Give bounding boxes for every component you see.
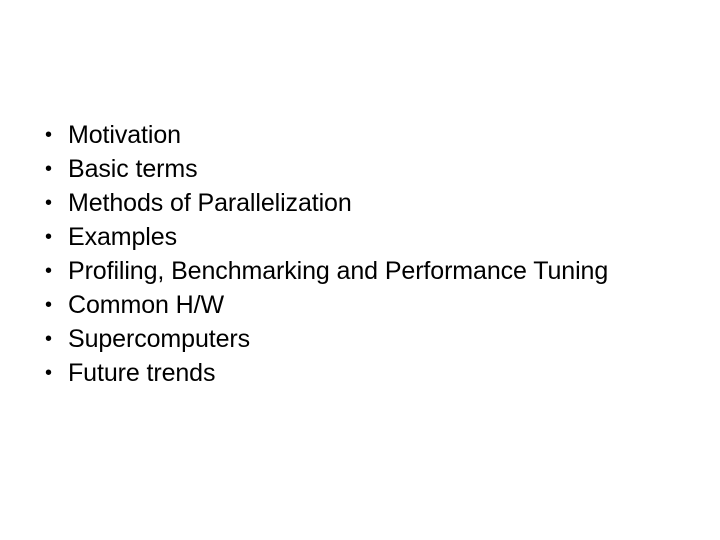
bullet-dot-icon: • [45,294,53,316]
list-item[interactable]: • Methods of Parallelization [36,186,696,220]
list-item-label: Common H/W [68,291,224,319]
bullet-dot-icon: • [45,158,53,180]
bullet-dot-icon: • [45,260,53,282]
list-item[interactable]: • Motivation [36,118,696,152]
slide-canvas: • Motivation • Basic terms • Methods of … [0,0,720,540]
bullet-dot-icon: • [45,226,53,248]
bullet-dot-icon: • [45,192,53,214]
list-item[interactable]: • Supercomputers [36,322,696,356]
slide-content-placeholder: • Motivation • Basic terms • Methods of … [36,118,696,390]
bullet-dot-icon: • [45,362,53,384]
agenda-bullet-list: • Motivation • Basic terms • Methods of … [36,118,696,390]
list-item[interactable]: • Profiling, Benchmarking and Performanc… [36,254,696,288]
list-item-label: Profiling, Benchmarking and Performance … [68,257,609,285]
list-item[interactable]: • Future trends [36,356,696,390]
list-item-label: Methods of Parallelization [68,189,352,217]
bullet-dot-icon: • [45,328,53,350]
list-item-label: Basic terms [68,155,198,183]
list-item[interactable]: • Examples [36,220,696,254]
list-item-label: Motivation [68,121,181,149]
bullet-dot-icon: • [45,124,53,146]
list-item-label: Examples [68,223,177,251]
list-item[interactable]: • Common H/W [36,288,696,322]
list-item-label: Future trends [68,359,216,387]
list-item-label: Supercomputers [68,325,251,353]
list-item[interactable]: • Basic terms [36,152,696,186]
